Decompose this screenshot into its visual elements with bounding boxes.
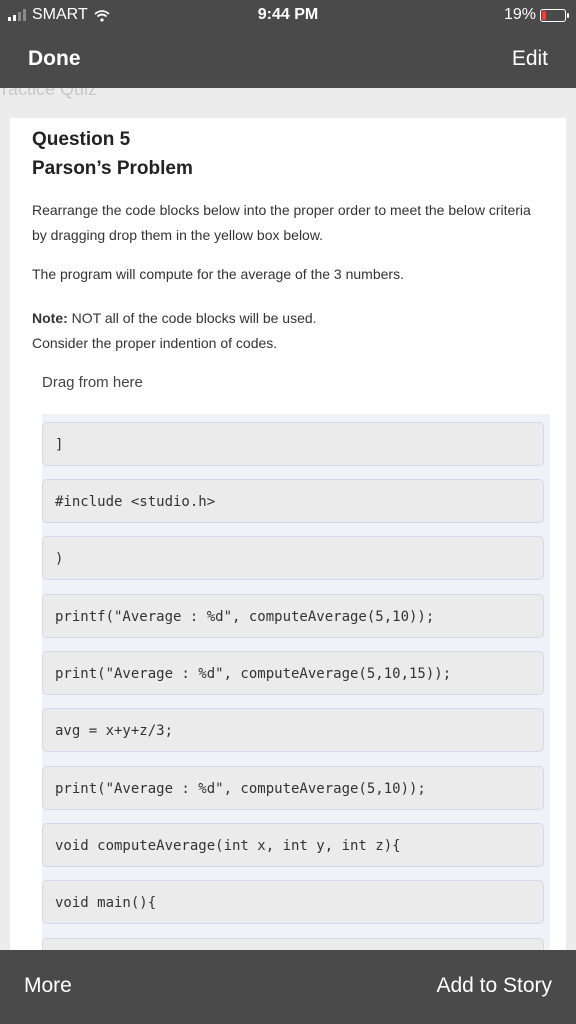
battery-percent: 19% (503, 6, 536, 23)
code-block[interactable]: #include <studio.h> (42, 479, 544, 523)
battery: 19% (503, 6, 569, 24)
bottom-bar: More Add to Story (0, 950, 576, 1024)
code-block[interactable]: ) (42, 536, 544, 580)
note-label: Note: (32, 310, 68, 326)
question-card: Question 5 Parson’s Problem Rearrange th… (10, 118, 566, 950)
code-block[interactable] (42, 938, 544, 950)
drag-label: Drag from here (42, 374, 143, 391)
question-title: Question 5 (32, 129, 131, 150)
code-block[interactable]: void computeAverage(int x, int y, int z)… (42, 823, 544, 867)
status-bar: SMART 9:44 PM 19% (0, 0, 576, 30)
page-title-cutoff: ractice Quiz (2, 88, 98, 99)
note-text: NOT all of the code blocks will be used. (67, 310, 317, 326)
task-description: The program will compute for the average… (32, 266, 404, 282)
code-block[interactable]: printf("Average : %d", computeAverage(5,… (42, 594, 544, 638)
add-to-story-button[interactable]: Add to Story (436, 974, 552, 998)
done-button[interactable]: Done (28, 47, 81, 71)
edit-button[interactable]: Edit (512, 47, 548, 71)
instructions: Rearrange the code blocks below into the… (32, 202, 531, 243)
code-block[interactable]: void main(){ (42, 880, 544, 924)
code-block[interactable]: print("Average : %d", computeAverage(5,1… (42, 651, 544, 695)
more-button[interactable]: More (24, 974, 72, 998)
nav-bar: Done Edit (0, 30, 576, 88)
page-content: ractice Quiz Question 5 Parson’s Problem… (0, 88, 576, 950)
drag-source-area: ] #include <studio.h> ) printf("Average … (42, 414, 550, 950)
code-block[interactable]: avg = x+y+z/3; (42, 708, 544, 752)
indent-note: Consider the proper indention of codes. (32, 335, 278, 351)
code-block[interactable]: ] (42, 422, 544, 466)
battery-icon (540, 8, 569, 22)
question-subtitle: Parson’s Problem (32, 158, 193, 179)
clock: 9:44 PM (257, 6, 319, 23)
code-block[interactable]: print("Average : %d", computeAverage(5,1… (42, 766, 544, 810)
note: Note: NOT all of the code blocks will be… (32, 306, 542, 331)
